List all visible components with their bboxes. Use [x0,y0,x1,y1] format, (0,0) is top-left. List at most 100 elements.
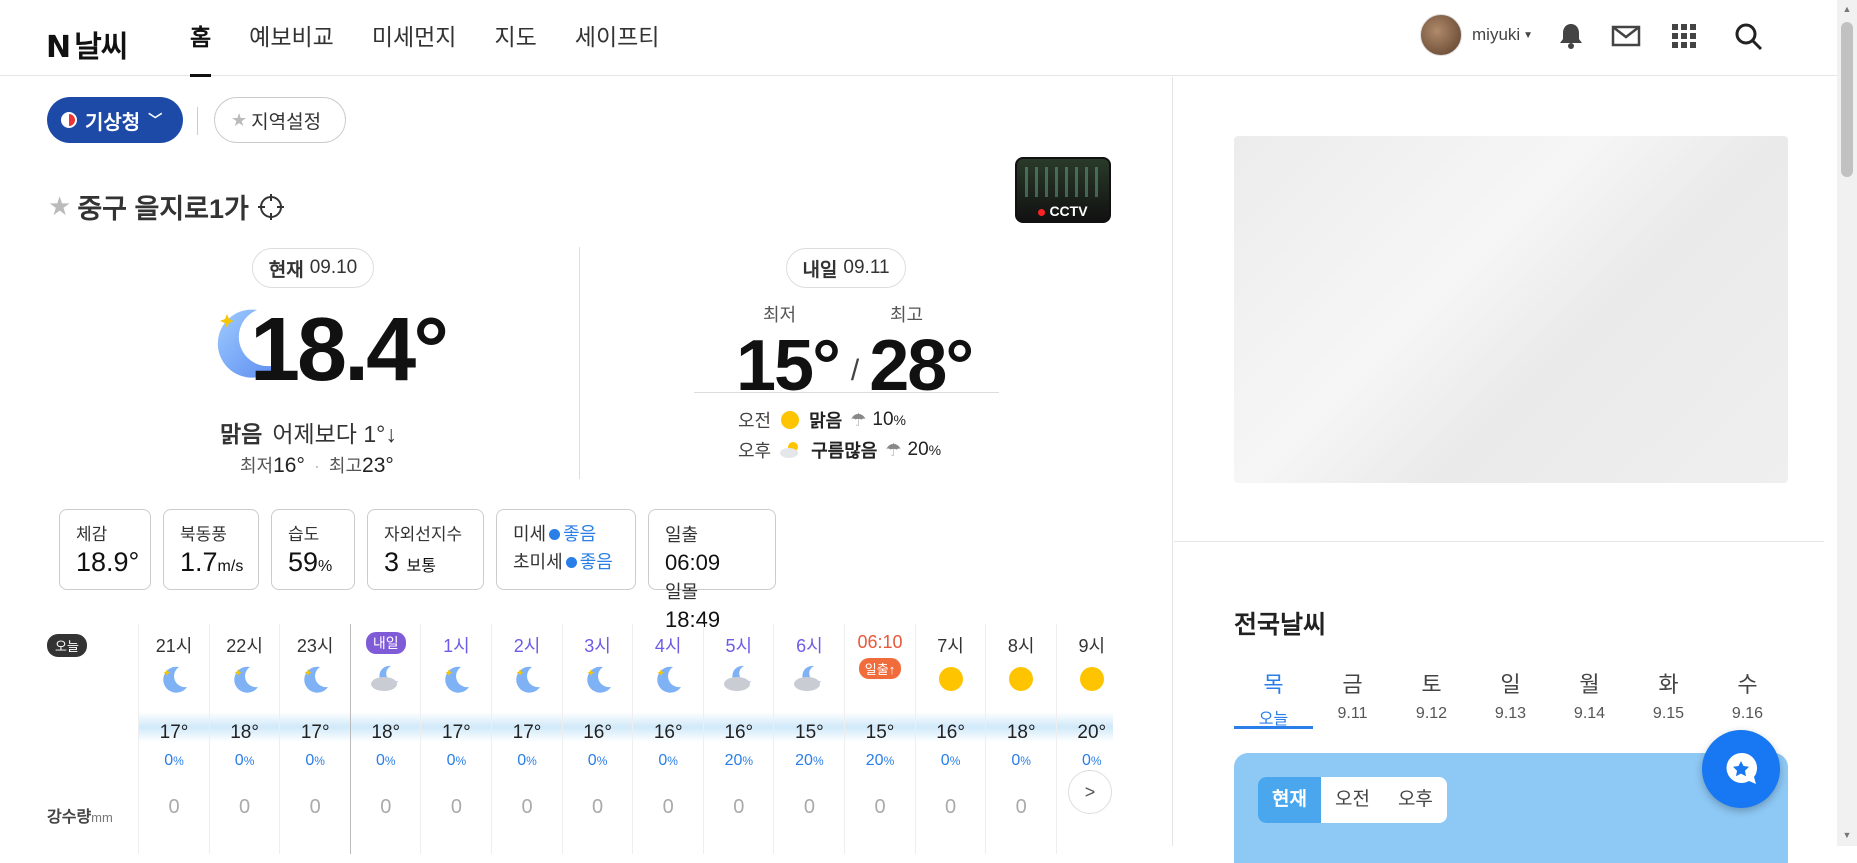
segment-now[interactable]: 현재 [1258,777,1321,823]
hourly-rain: 0 [168,796,180,818]
favorite-star-icon[interactable]: ★ [48,191,71,222]
cctv-thumbnail[interactable]: CCTV [1015,157,1111,223]
rain-label-text: 강수량 [47,809,92,826]
moon-icon [510,662,544,696]
star-icon: ★ [231,109,248,130]
humidity-value: 59% [288,547,338,578]
humidity-label: 습도 [288,525,320,544]
day-weekday: 수 [1737,672,1758,697]
main-weather-panel: 기상청 ﹀ ★ 지역설정 ★ 중구 을지로1가 CCTV 현재 09.10 18.… [0,77,1173,854]
condition-text: 맑음 [220,421,263,447]
location-title: ★ 중구 을지로1가 [48,187,285,226]
day-tab[interactable]: 금 9.11 [1313,667,1392,729]
sun-card[interactable]: 일출 06:09 일몰 18:49 [648,509,776,632]
hourly-column: 6시 15° 20% 0 [773,624,844,854]
day-tab[interactable]: 일 9.13 [1471,667,1550,729]
slash: / [850,353,859,387]
precip-value: 0 [234,752,244,769]
day-tab[interactable]: 월 9.14 [1550,667,1629,729]
sunrise-badge: 일출↑ [858,658,902,679]
hourly-precip: 0% [916,752,986,770]
hourly-hour: 5시 [725,636,753,656]
hourly-precip: 0% [986,752,1056,770]
national-weather-title: 전국날씨 [1234,611,1327,639]
user-menu[interactable]: miyuki ▼ [1420,14,1533,56]
pm-precip: 20% [908,439,942,461]
username[interactable]: miyuki [1472,25,1520,45]
hourly-rain: 0 [450,796,462,818]
hourly-temp: 17° [300,722,330,743]
feels-label: 체감 [76,525,108,544]
mail-icon[interactable] [1610,20,1642,52]
summary-cards: 체감 18.9° 북동풍 1.7m/s 습도 59% 자외선지수 3 보통 미세… [59,509,788,632]
scroll-up-icon[interactable]: ▲ [1841,4,1853,16]
segment-am[interactable]: 오전 [1321,777,1384,823]
area-setting-button[interactable]: ★ 지역설정 [214,97,346,143]
day-tab[interactable]: 목 오늘 [1234,667,1313,729]
day-tab[interactable]: 수 9.16 [1708,667,1787,729]
nav-safety[interactable]: 세이프티 [575,0,660,76]
day-tab[interactable]: 화 9.15 [1629,667,1708,729]
wind-card[interactable]: 북동풍 1.7m/s [163,509,259,590]
hourly-temp: 16° [653,722,683,743]
scroll-down-icon[interactable]: ▼ [1841,830,1853,842]
nav-fine-dust[interactable]: 미세먼지 [372,0,457,76]
feels-like-card[interactable]: 체감 18.9° [59,509,151,590]
pct-unit: % [893,412,906,428]
hourly-column: 22시 18° 0% 0 [208,624,280,854]
nav-map[interactable]: 지도 [494,0,536,76]
hourly-temp: 15° [865,722,895,743]
dust-card[interactable]: 미세 좋음 초미세 좋음 [496,509,636,590]
divider [579,247,580,479]
hourly-rain: 0 [733,796,745,818]
upm-label: 초미세 [513,552,563,572]
avatar[interactable] [1420,14,1462,56]
scrollbar[interactable]: ▲ ▼ [1837,0,1857,846]
day-weekday: 월 [1579,672,1600,697]
day-date: 9.12 [1415,705,1448,722]
logo[interactable]: N 날씨 [46,22,128,66]
nav-home[interactable]: 홈 [190,0,212,77]
nav-forecast-compare[interactable]: 예보비교 [249,0,334,76]
hourly-column: 1시 17° 0% 0 [420,624,491,854]
hourly-hour: 3시 [584,636,611,656]
max-value: 23° [362,454,394,477]
hourly-column: 내일 18° 0% 0 [349,624,421,854]
sunset-label: 일몰 [665,582,699,602]
cctv-text: CCTV [1049,203,1088,219]
location-name: 중구 을지로1가 [77,194,249,224]
search-icon[interactable] [1732,20,1764,52]
uv-card[interactable]: 자외선지수 3 보통 [367,509,484,590]
apps-grid-icon[interactable] [1668,20,1700,52]
scrollbar-thumb[interactable] [1841,22,1853,177]
humidity-card[interactable]: 습도 59% [271,509,355,590]
live-dot-icon [1038,209,1046,216]
chatbot-button[interactable] [1702,730,1780,808]
compare-yesterday: 어제보다 1°↓ [272,421,397,447]
hourly-rain: 0 [309,796,321,818]
caret-down-icon[interactable]: ▼ [1523,30,1533,41]
hourly-precip: 0% [280,752,350,770]
hourly-column: 06:10 일출↑ 15° 20% 0 [844,624,915,854]
hourly-temp: 18° [371,722,401,743]
hourly-precip: 0% [563,752,633,770]
locate-icon[interactable] [257,193,285,221]
tomorrow-temperatures: 15° / 28° [736,325,974,407]
pm-value: 좋음 [563,524,597,544]
segment-pm[interactable]: 오후 [1384,777,1447,823]
day-date: 오늘 [1258,711,1289,728]
dot-separator: · [313,456,320,476]
tomorrow-pill-label: 내일 [802,259,838,281]
source-select-button[interactable]: 기상청 ﹀ [47,97,183,143]
precip-value: 0 [587,752,597,769]
logo-n: N [46,30,71,65]
sun-icon [1004,662,1038,696]
hourly-column: 21시 17° 0% 0 [138,624,209,854]
bell-icon[interactable] [1555,20,1587,52]
hourly-column: 3시 16° 0% 0 [561,624,633,854]
day-tab[interactable]: 토 9.12 [1392,667,1471,729]
chevron-down-icon: ﹀ [148,112,163,128]
ad-banner[interactable] [1234,136,1788,483]
moon-icon [157,662,191,696]
next-arrow-button[interactable]: > [1068,770,1112,814]
